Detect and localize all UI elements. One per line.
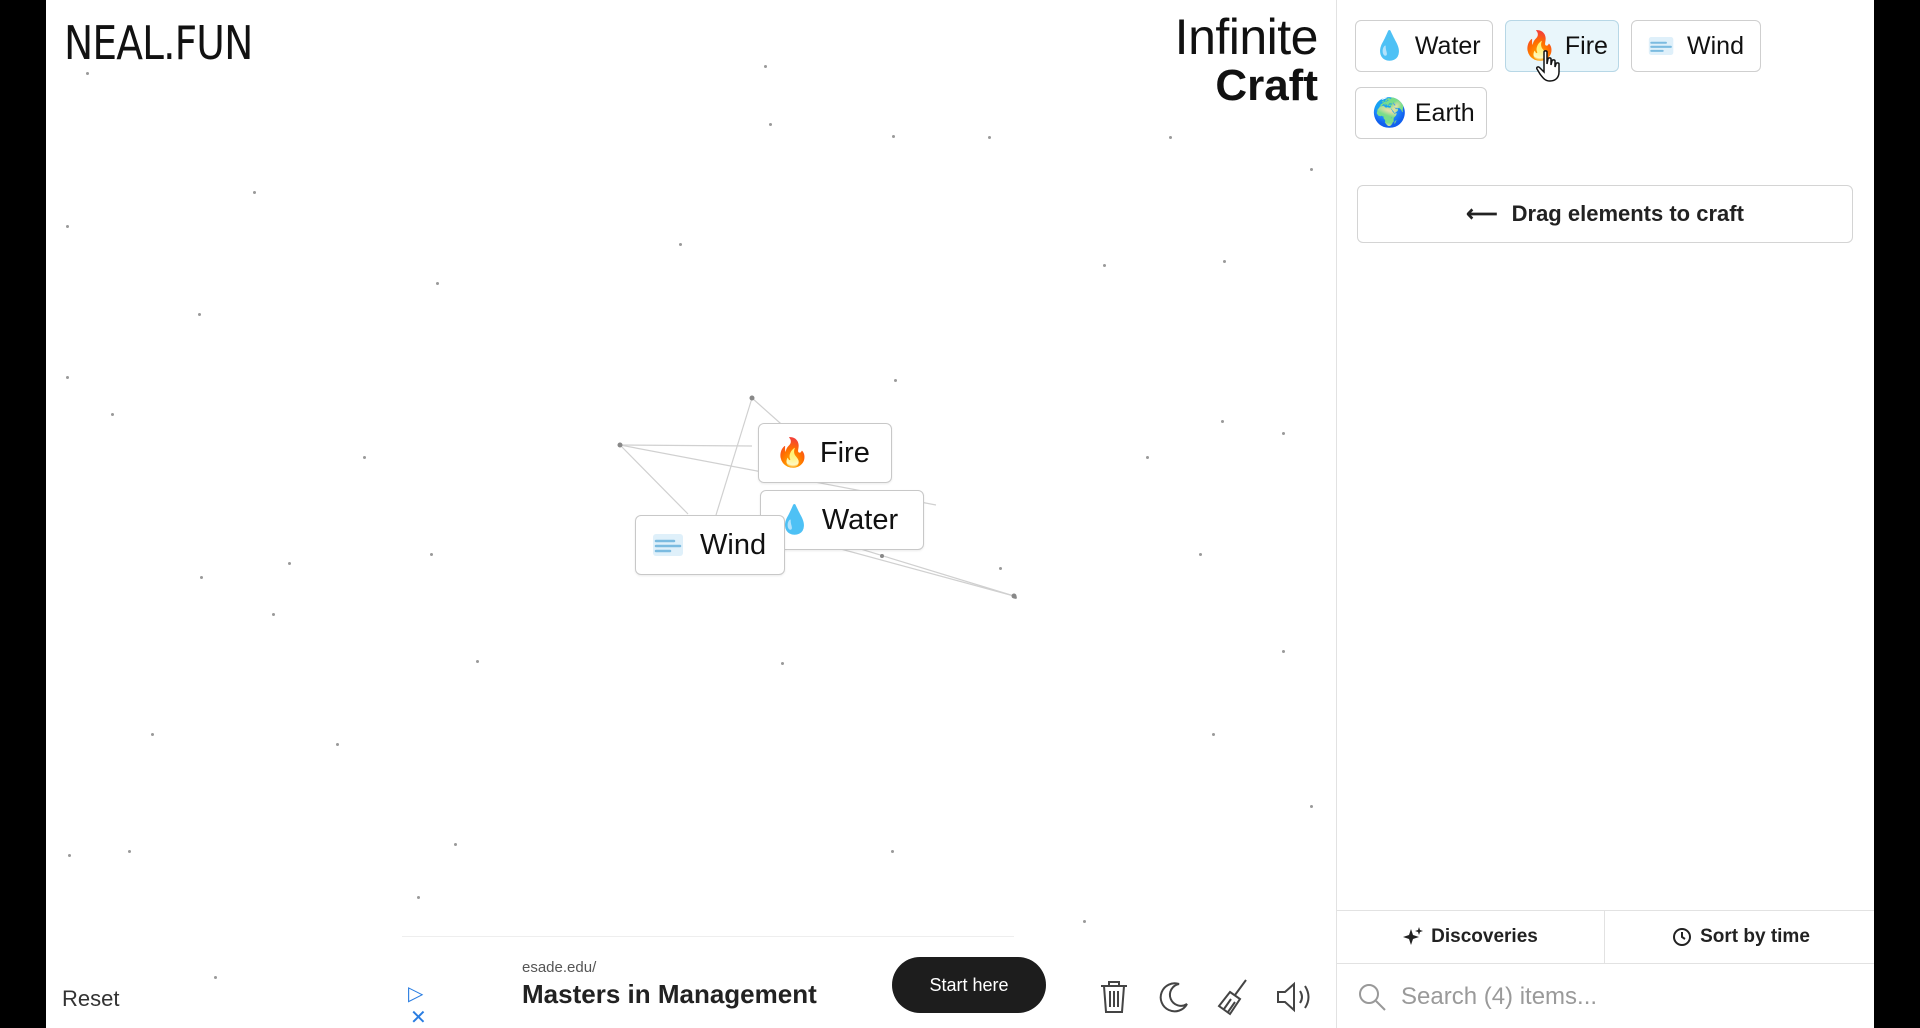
background-dot [892, 135, 895, 138]
canvas-item-fire[interactable]: 🔥 Fire [758, 423, 892, 483]
background-dot [1223, 260, 1226, 263]
sort-label: Sort by time [1700, 926, 1810, 947]
background-dot [781, 662, 784, 665]
app-window: NEAL.FUN Infinite Craft 🔥 Fire 💧 Water W… [46, 0, 1874, 1028]
sidebar: 💧 Water 🔥 Fire Wind 🌍 Earth ⟵ Drag eleme… [1336, 0, 1874, 1028]
clock-icon [1673, 928, 1692, 946]
background-dot [769, 123, 772, 126]
trash-icon[interactable] [1094, 976, 1134, 1018]
background-dot [1103, 264, 1106, 267]
background-dot [336, 743, 339, 746]
background-dot [764, 65, 767, 68]
sidebar-item-label: Fire [1564, 31, 1608, 60]
background-dot [476, 660, 479, 663]
sidebar-item-label: Earth [1414, 98, 1475, 127]
speaker-icon[interactable] [1274, 976, 1314, 1018]
background-dot [1169, 136, 1172, 139]
background-dot [253, 191, 256, 194]
drag-hint: ⟵ Drag elements to craft [1357, 185, 1853, 243]
ad-banner[interactable]: ▷ ✕ esade.edu/ Masters in Management Sta… [402, 936, 1046, 1028]
earth-globe-icon: 🌍 [1372, 97, 1407, 128]
canvas-item-wind[interactable]: Wind [635, 515, 785, 575]
background-dot [679, 243, 682, 246]
background-dot [214, 976, 217, 979]
title-line-1: Infinite [1174, 9, 1319, 65]
search-bar[interactable] [1337, 963, 1874, 1028]
canvas-item-label: Fire [819, 436, 870, 469]
background-dot [891, 850, 894, 853]
sidebar-item-label: Wind [1687, 31, 1744, 60]
discoveries-label: Discoveries [1431, 926, 1538, 947]
reset-button[interactable]: Reset [62, 986, 119, 1012]
background-dot [66, 376, 69, 379]
background-dot [363, 456, 366, 459]
background-dot [894, 379, 897, 382]
background-dot [128, 850, 131, 853]
sidebar-footer: Discoveries Sort by time [1337, 910, 1874, 1028]
background-dot [200, 576, 203, 579]
background-dot [198, 313, 201, 316]
background-dot [1146, 456, 1149, 459]
sidebar-item-wind[interactable]: Wind [1631, 20, 1761, 72]
discoveries-button[interactable]: Discoveries [1337, 911, 1605, 963]
ad-headline[interactable]: Masters in Management [522, 979, 817, 1010]
hand-cursor-icon [1536, 50, 1560, 82]
sidebar-item-label: Water [1414, 31, 1481, 60]
wind-icon [653, 534, 683, 556]
neal-fun-logo[interactable]: NEAL.FUN [64, 16, 253, 70]
search-icon [1359, 984, 1386, 1011]
drag-hint-label: Drag elements to craft [1511, 201, 1744, 226]
background-dot [999, 567, 1002, 570]
background-dot [417, 896, 420, 899]
wind-icon [1648, 37, 1674, 55]
arrow-left-icon: ⟵ [1466, 201, 1498, 226]
search-input[interactable] [1399, 974, 1843, 1020]
background-dot [430, 553, 433, 556]
ad-close-icon[interactable]: ✕ [410, 1005, 427, 1028]
background-dot [272, 613, 275, 616]
background-dot [1282, 650, 1285, 653]
background-dot [1310, 168, 1313, 171]
background-dot [86, 72, 89, 75]
broom-icon[interactable] [1214, 976, 1254, 1018]
ad-cta-button[interactable]: Start here [892, 957, 1046, 1013]
ad-choices-icon[interactable]: ▷ [408, 981, 423, 1006]
craft-canvas[interactable]: NEAL.FUN Infinite Craft 🔥 Fire 💧 Water W… [46, 0, 1336, 1028]
background-dot [988, 136, 991, 139]
sidebar-item-fire[interactable]: 🔥 Fire [1505, 20, 1619, 72]
background-dot [436, 282, 439, 285]
infinite-craft-logo: Infinite Craft [1174, 9, 1319, 110]
background-dot [68, 854, 71, 857]
background-dot [1083, 920, 1086, 923]
background-dot [1199, 553, 1202, 556]
background-dot [111, 413, 114, 416]
background-dot [1282, 432, 1285, 435]
sparkle-icon [1403, 927, 1424, 945]
connection-lines [617, 395, 1017, 599]
background-dot [288, 562, 291, 565]
canvas-item-label: Wind [700, 528, 767, 561]
background-dot [151, 733, 154, 736]
moon-icon[interactable] [1154, 976, 1194, 1018]
background-dot [1212, 733, 1215, 736]
fire-icon: 🔥 [775, 437, 810, 468]
sort-by-time-button[interactable]: Sort by time [1607, 911, 1874, 963]
background-dot [1310, 805, 1313, 808]
ad-url[interactable]: esade.edu/ [522, 959, 596, 976]
sidebar-item-earth[interactable]: 🌍 Earth [1355, 87, 1487, 139]
water-drop-icon: 💧 [1372, 30, 1407, 61]
canvas-item-label: Water [821, 503, 899, 536]
background-dot [1221, 420, 1224, 423]
title-line-2: Craft [1215, 61, 1318, 110]
background-dot [66, 225, 69, 228]
background-dot [1014, 596, 1017, 599]
background-dot [454, 843, 457, 846]
sidebar-item-water[interactable]: 💧 Water [1355, 20, 1493, 72]
